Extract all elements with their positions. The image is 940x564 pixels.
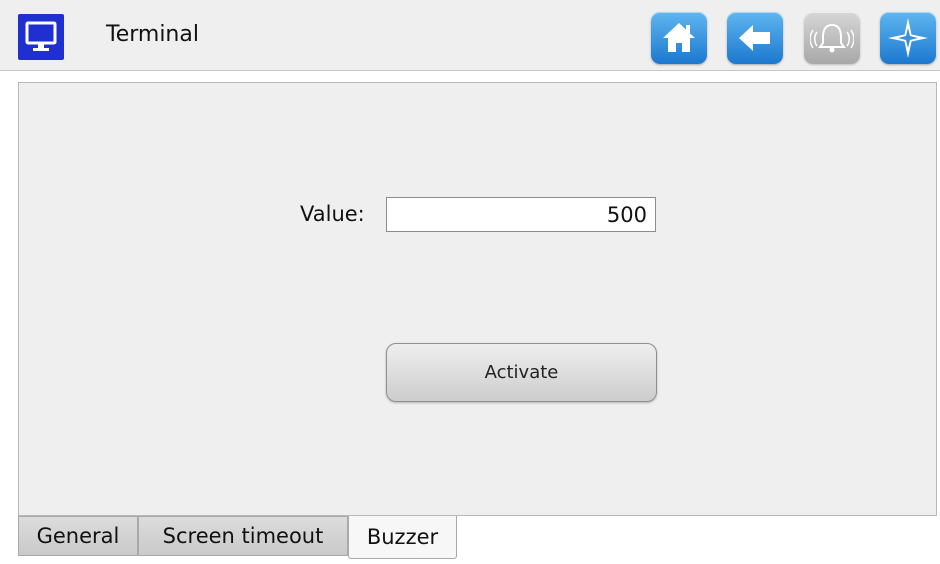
tab-general[interactable]: General bbox=[18, 516, 138, 556]
home-button[interactable] bbox=[651, 12, 707, 64]
back-arrow-icon bbox=[739, 25, 770, 51]
buzzer-panel bbox=[18, 82, 937, 516]
navigation-button[interactable] bbox=[880, 12, 936, 64]
alarm-button[interactable] bbox=[804, 12, 860, 64]
tab-screen-timeout[interactable]: Screen timeout bbox=[138, 516, 348, 556]
monitor-icon bbox=[18, 14, 64, 60]
value-label: Value: bbox=[300, 202, 365, 226]
bell-icon bbox=[810, 23, 854, 53]
home-icon bbox=[663, 23, 695, 52]
tab-buzzer[interactable]: Buzzer bbox=[348, 516, 457, 559]
header-bar: Terminal bbox=[0, 0, 940, 71]
value-input[interactable] bbox=[386, 197, 656, 232]
back-button[interactable] bbox=[727, 12, 783, 64]
compass-star-icon bbox=[888, 18, 928, 58]
activate-button[interactable]: Activate bbox=[386, 343, 657, 402]
page-title: Terminal bbox=[106, 22, 199, 47]
